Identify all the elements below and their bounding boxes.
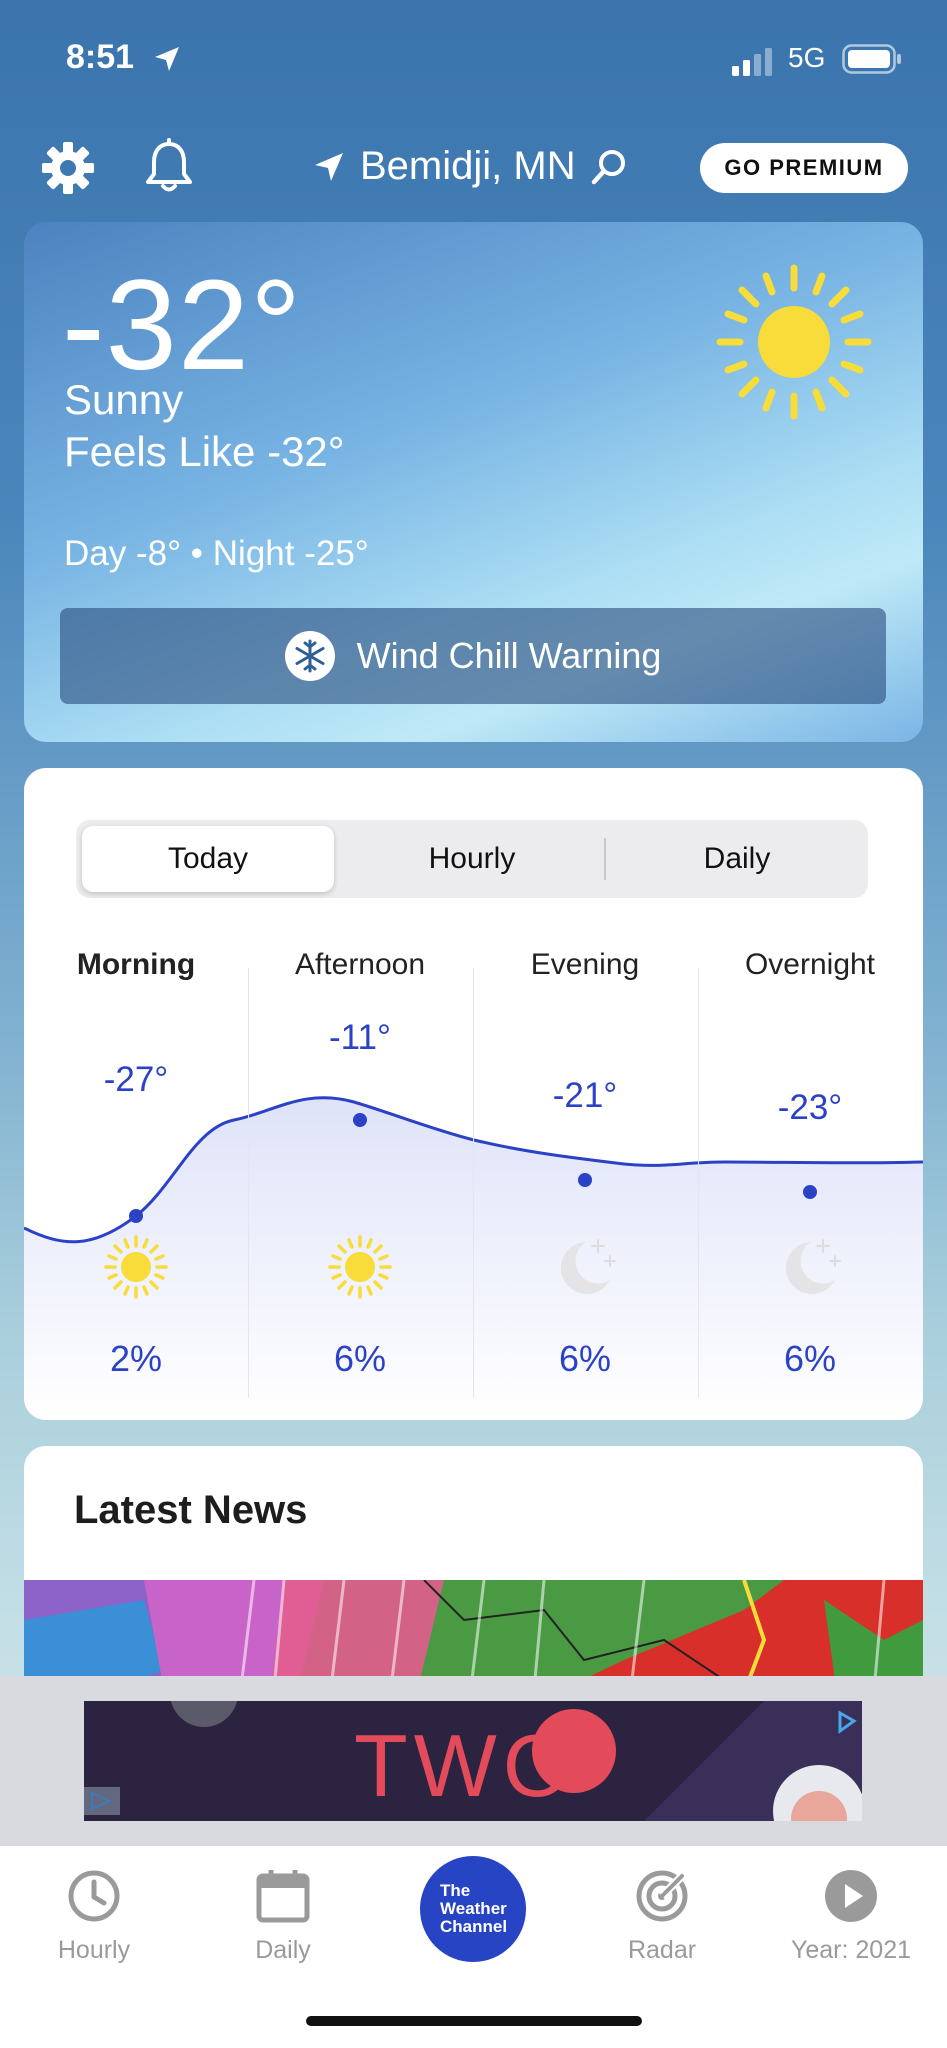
precip-chance: 2% [109,1338,163,1379]
feels-like: Feels Like -32° [64,428,345,475]
sunny-icon [716,264,872,420]
tab-label: Year: 2021 [790,1936,912,1964]
advertisement-banner[interactable]: TWO [84,1701,862,1821]
search-icon[interactable] [590,148,628,186]
tab-bar-year-2021[interactable]: Year: 2021 [776,1868,926,1965]
current-conditions-card[interactable]: -32° Sunny Feels Like -32° Day -8° • Nig… [24,222,923,742]
calendar-icon [256,1870,310,1923]
home-indicator [306,2016,642,2026]
news-section-title: Latest News [74,1488,308,1532]
cellular-signal-icon [732,48,772,76]
day-night-temps: Day -8° • Night -25° [64,534,369,573]
alert-label: Wind Chill Warning [356,635,662,676]
location-arrow-icon [315,152,343,181]
moon-stars-icon [473,1234,697,1300]
sun-icon [248,1234,472,1300]
clock-icon [68,1870,120,1922]
tab-label: Hourly [57,1936,131,1964]
current-condition: Sunny [64,376,184,423]
tab-label: Radar [627,1936,697,1964]
notifications-bell-icon[interactable] [140,138,198,196]
period-temp: -27° [103,1060,169,1099]
weather-channel-logo-button[interactable]: The Weather Channel [420,1856,526,1962]
network-type: 5G [788,42,826,73]
location-selector[interactable]: Bemidji, MN [312,144,628,189]
period-temp: -11° [329,1018,391,1057]
precip-chance: 6% [783,1338,837,1379]
battery-icon [842,44,901,74]
tab-bar-daily[interactable]: Daily [208,1868,358,1965]
period-label: Overnight [744,948,876,981]
go-premium-button[interactable]: GO PREMIUM [700,143,908,193]
precip-chance: 6% [558,1338,612,1379]
precip-chance: 6% [333,1338,387,1379]
brand-line: The [440,1881,471,1900]
brand-line: Weather [440,1899,507,1918]
status-time: 8:51 [66,38,135,76]
moon-stars-icon [698,1234,922,1300]
tab-bar-hourly[interactable]: Hourly [19,1868,169,1965]
period-label: Morning [76,948,196,981]
radar-icon [636,1870,688,1922]
location-name: Bemidji, MN [360,144,576,188]
period-afternoon[interactable]: Afternoon -11° 6% [248,948,472,1398]
sun-icon [24,1234,248,1300]
period-morning[interactable]: Morning -27° 2% [24,948,248,1398]
ad-text: TWO [354,1716,578,1815]
brand-line: Channel [440,1917,508,1936]
snowflake-icon [284,631,335,681]
forecast-card: Today Hourly Daily Morning -27° 2% After… [24,768,923,1420]
weather-alert-button[interactable]: Wind Chill Warning [60,608,886,704]
settings-gear-icon[interactable] [40,140,96,196]
period-evening[interactable]: Evening -21° 6% [473,948,697,1398]
period-label: Evening [530,948,640,981]
play-icon [825,1870,877,1922]
tab-label: Daily [255,1936,311,1964]
period-temp: -23° [777,1088,843,1127]
period-overnight[interactable]: Overnight -23° 6% [698,948,922,1398]
period-temp: -21° [552,1076,618,1115]
tab-bar-radar[interactable]: Radar [587,1868,737,1965]
period-label: Afternoon [294,948,426,981]
location-services-icon [155,47,179,71]
